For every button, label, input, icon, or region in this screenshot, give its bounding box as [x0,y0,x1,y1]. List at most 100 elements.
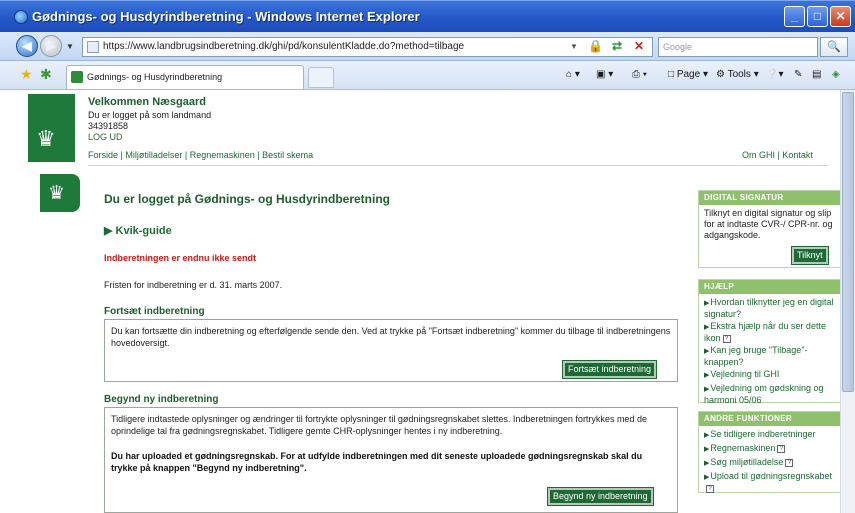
help-link-label: Vejledning til GHI [710,369,780,379]
research-icon[interactable]: ✎ [794,69,802,80]
arrow-icon: ▶ [704,386,710,393]
help-link-back-button[interactable]: ▶Kan jeg bruge "Tilbage"-knappen? [699,345,842,369]
new-section-bold-text: Du har uploaded et gødningsregnskab. For… [111,451,643,473]
tab-bar: ★ ✱ Gødnings- og Husdyrindberetning ⌂ ▾ … [0,61,855,90]
other-link-label: Søg miljøtilladelse [710,457,784,467]
minimize-button[interactable]: _ [784,6,805,27]
help-link-label: Hvordan tilknytter jeg en digital signat… [704,297,834,319]
vertical-scrollbar[interactable] [840,90,855,513]
arrow-icon: ▶ [704,324,710,331]
crown-icon: ♛ [36,126,56,151]
feeds-icon[interactable]: ▣ ▾ [596,69,613,80]
other-functions-heading: ANDRE FUNKTIONER [699,412,842,426]
arrow-icon: ▶ [704,446,710,453]
new-section-box: Tidligere indtastede oplysninger og ændr… [104,407,678,513]
top-nav: Forside | Miljøtilladelser | Regnemaskin… [88,150,314,160]
link-previous-reports[interactable]: ▶Se tidligere indberetninger [699,429,842,443]
kvik-guide-label: Kvik-guide [115,225,172,237]
logout-link[interactable]: LOG UD [88,132,123,142]
other-link-label: Upload til gødningsregnskabet [710,471,832,481]
new-tab-button[interactable] [308,67,334,88]
help-icon[interactable]: ❔▾ [766,69,783,80]
stop-icon[interactable]: ✕ [634,39,644,53]
back-button[interactable]: ◀ [16,35,38,57]
url-dropdown-icon[interactable]: ▼ [570,42,578,51]
help-question-icon: ? [706,484,714,493]
ie-logo-icon [14,10,28,24]
section-logo: ♛ [40,174,80,212]
other-functions-panel: ANDRE FUNKTIONER ▶Se tidligere indberetn… [698,411,843,493]
add-favorites-icon[interactable]: ✱ [40,66,52,83]
print-icon[interactable]: ⎙ ▾ [632,69,647,80]
help-link-signature[interactable]: ▶Hvordan tilknytter jeg en digital signa… [699,297,842,321]
forward-button[interactable]: ▶ [40,35,62,57]
nav-forside[interactable]: Forside [88,150,118,160]
lock-icon[interactable]: 🔒 [588,39,603,53]
digital-signature-panel: DIGITAL SIGNATUR Tilknyt en digital sign… [698,190,843,268]
new-section-text: Tidligere indtastede oplysninger og ændr… [111,414,647,436]
arrow-icon: ▶ [704,460,710,467]
help-question-icon: ? [722,334,731,343]
new-report-button[interactable]: Begynd ny indberetning [547,487,654,506]
arrow-icon: ▶ [704,432,710,439]
arrow-icon: ▶ [704,348,710,355]
page-menu-label: Page [676,69,701,80]
other-link-label: Regnemaskinen [710,443,776,453]
tools-menu[interactable]: ⚙ Tools ▾ [716,69,759,80]
help-link-fertilization-guide[interactable]: ▶Vejledning om gødskning og harmoni 05/0… [699,383,842,407]
history-dropdown-icon[interactable]: ▼ [66,42,74,51]
address-bar: ◀ ▶ ▼ https://www.landbrugsindberetning.… [0,32,855,61]
favorites-star-icon[interactable]: ★ [20,66,33,83]
help-link-extra[interactable]: ▶Ekstra hjælp når du ser dette ikon? [699,321,842,345]
new-section-title: Begynd ny indberetning [104,394,219,405]
content-frame: ♛ Velkommen Næsgaard Du er logget på som… [12,90,843,513]
search-icon[interactable]: 🔍 [820,37,848,57]
help-link-label: Vejledning om gødskning og harmoni 05/06 [704,383,824,405]
header-divider [88,165,828,166]
digital-signature-heading: DIGITAL SIGNATUR [699,191,842,205]
brand-logo: ♛ [28,94,75,162]
kvik-guide-link[interactable]: ▶ Kvik-guide [104,224,172,237]
crown-icon: ♛ [48,183,66,204]
nav-regnemaskinen[interactable]: Regnemaskinen [190,150,255,160]
nav-kontakt[interactable]: Kontakt [782,150,813,160]
status-warning: Indberetningen er endnu ikke sendt [104,253,257,263]
search-input[interactable]: Google [658,37,818,57]
other-link-label: Se tidligere indberetninger [710,429,816,439]
tab-active[interactable]: Gødnings- og Husdyrindberetning [66,65,304,89]
nav-bestil-skema[interactable]: Bestil skema [262,150,313,160]
close-button[interactable]: ✕ [830,6,851,27]
top-nav-right: Om GHI | Kontakt [742,150,813,160]
help-heading: HJÆLP [699,280,842,294]
tools-menu-label: Tools [727,69,751,80]
help-link-ghi-guide[interactable]: ▶Vejledning til GHI [699,369,842,383]
link-search-permit[interactable]: ▶Søg miljøtilladelse? [699,457,842,471]
continue-section-box: Du kan fortsætte din indberetning og eft… [104,319,678,382]
tools-extra-icon[interactable]: ◈ [832,69,840,80]
window-title: Gødnings- og Husdyrindberetning - Window… [32,9,420,24]
continue-button[interactable]: Fortsæt indberetning [561,360,658,379]
link-upload[interactable]: ▶Upload til gødningsregnskabet? [699,471,842,495]
nav-om-ghi[interactable]: Om GHI [742,150,775,160]
scrollbar-thumb[interactable] [842,92,854,392]
page-menu[interactable]: □ Page ▾ [668,69,708,80]
page-title: Du er logget på Gødnings- og Husdyrindbe… [104,192,390,206]
help-question-icon: ? [777,444,786,453]
messenger-icon[interactable]: ▤ [812,69,821,80]
home-icon[interactable]: ⌂ ▾ [566,69,580,80]
help-panel: HJÆLP ▶Hvordan tilknytter jeg en digital… [698,279,843,405]
attach-signature-button[interactable]: Tilknyt [791,246,829,265]
url-text: https://www.landbrugsindberetning.dk/ghi… [103,41,465,52]
page-content: ♛ Velkommen Næsgaard Du er logget på som… [0,90,855,513]
arrow-icon: ▶ [704,300,710,307]
refresh-icon[interactable]: ⇄ [612,39,622,53]
tab-label: Gødnings- og Husdyrindberetning [87,72,223,82]
link-calculator[interactable]: ▶Regnemaskinen? [699,443,842,457]
maximize-button[interactable]: □ [807,6,828,27]
page-favicon-icon [87,41,99,53]
continue-section-text: Du kan fortsætte din indberetning og eft… [111,326,671,348]
nav-miljotilladelser[interactable]: Miljøtilladelser [125,150,182,160]
deadline-text: Fristen for indberetning er d. 31. marts… [104,280,283,290]
url-field[interactable]: https://www.landbrugsindberetning.dk/ghi… [82,37,653,57]
title-bar: Gødnings- og Husdyrindberetning - Window… [0,0,855,32]
